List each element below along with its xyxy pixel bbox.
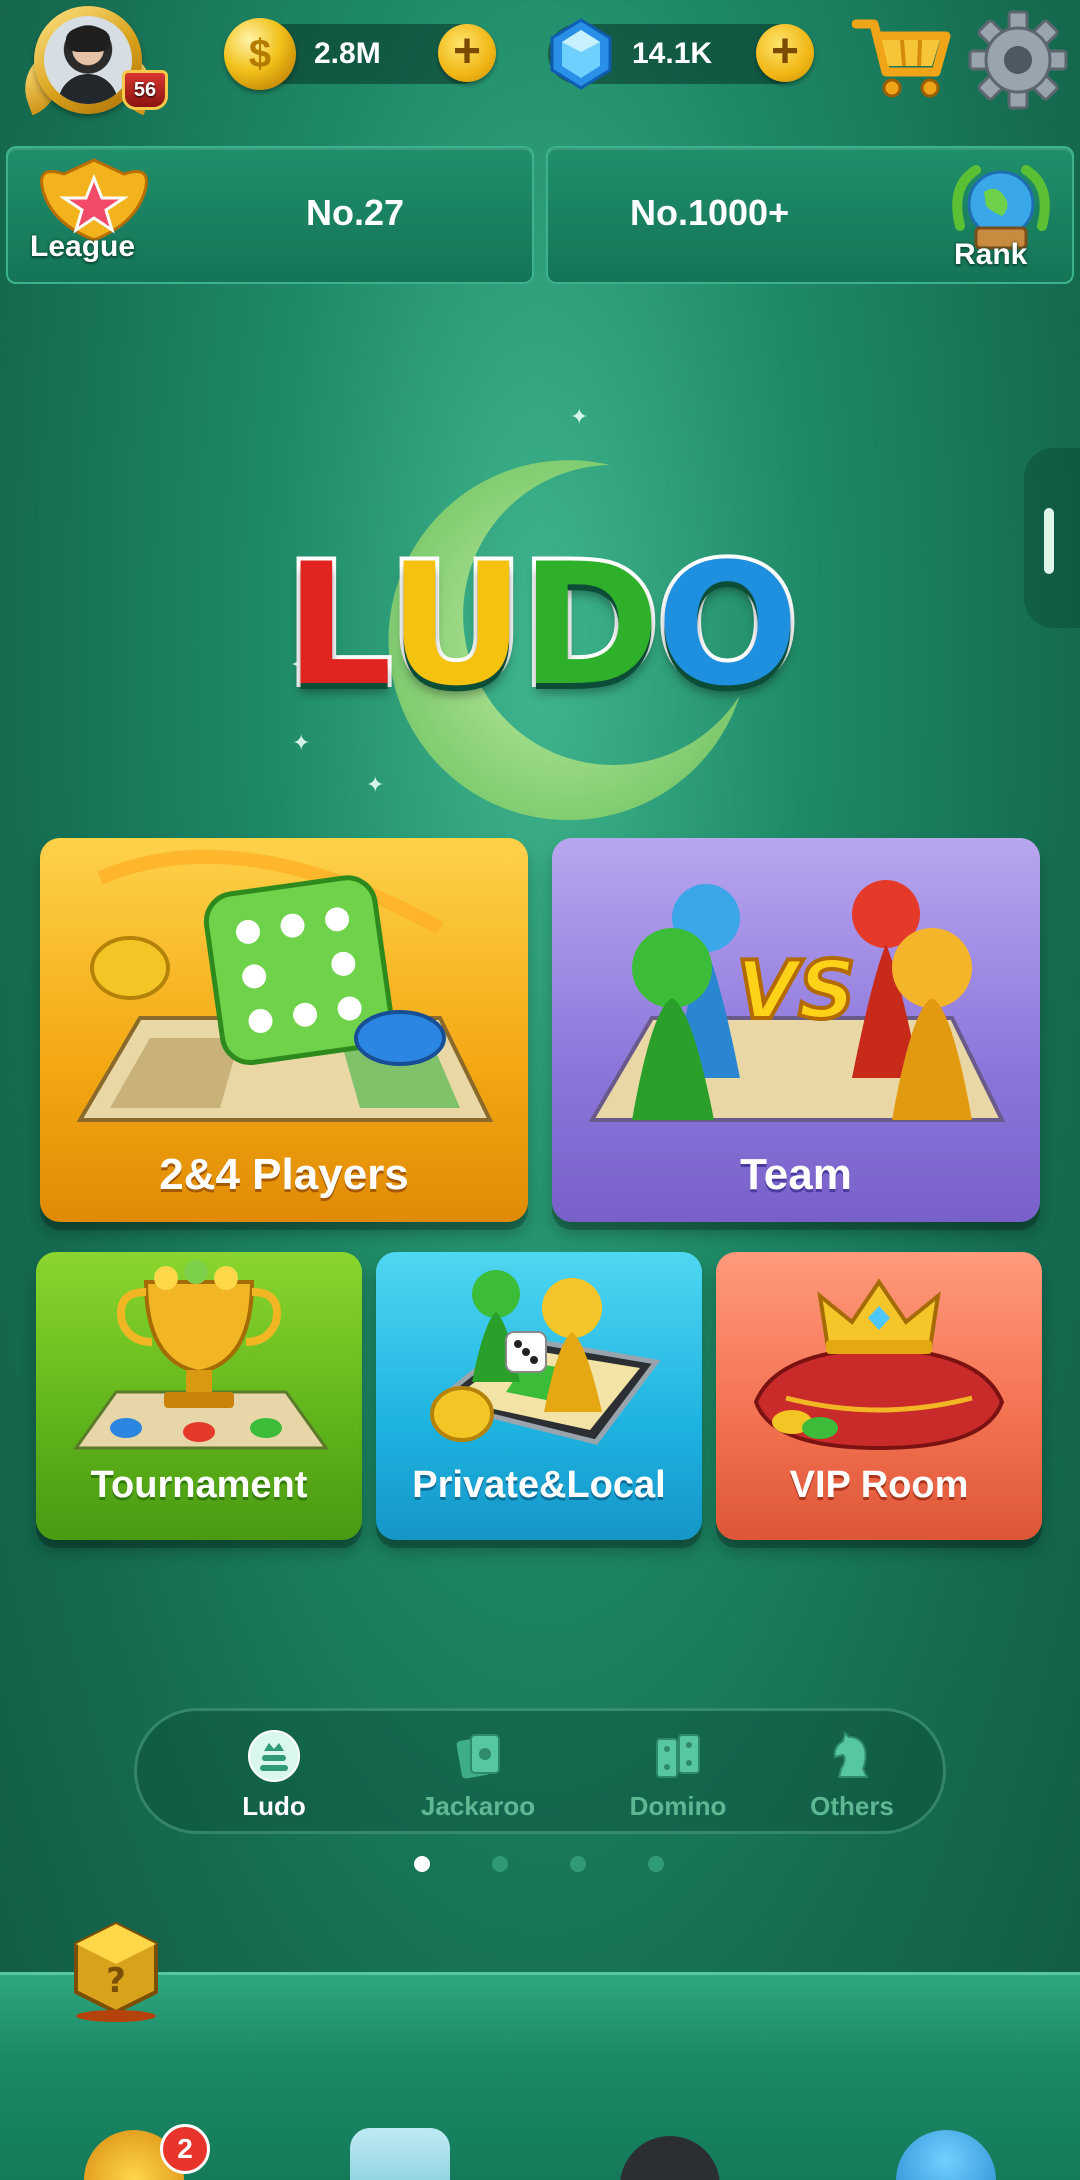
ludo-pawn-icon: [248, 1730, 300, 1782]
lucky-box-icon[interactable]: ?: [70, 1918, 162, 2022]
settings-gear-icon[interactable]: [966, 8, 1070, 112]
league-rank-value: No.27: [306, 192, 405, 233]
side-drawer-handle[interactable]: [1044, 508, 1054, 574]
mode-team-label: Team: [740, 1150, 852, 1199]
profile-avatar[interactable]: 56: [13, 2, 182, 132]
world-rank-value: No.1000+: [630, 192, 790, 233]
domino-icon: [656, 1734, 700, 1778]
tab-domino-label: Domino: [629, 1791, 727, 1821]
mode-tournament-card[interactable]: Tournament: [36, 1252, 362, 1540]
tab-jackaroo-label: Jackaroo: [420, 1791, 536, 1821]
coin-amount: 2.8M: [314, 37, 381, 70]
add-gems-button[interactable]: +: [756, 24, 814, 82]
sparkle-icon: ✦: [570, 404, 589, 429]
mode-private-local-label: Private&Local: [412, 1464, 666, 1506]
page-indicator-dot: [570, 1856, 586, 1872]
gem-balance: 14.1K +: [548, 18, 814, 90]
chess-knight-icon: [833, 1731, 869, 1778]
page-indicator-dot-active: [414, 1856, 430, 1872]
nav-battle-icon[interactable]: [350, 2128, 450, 2180]
mode-2-4-players-card[interactable]: 2&4 Players: [40, 838, 528, 1222]
league-label: League: [30, 230, 136, 263]
mode-vip-room-label: VIP Room: [789, 1464, 969, 1506]
mode-team-card[interactable]: VS Team: [552, 838, 1040, 1222]
phone-pawns-illustration: [430, 1270, 661, 1445]
tab-domino[interactable]: Domino: [593, 1711, 763, 1837]
tab-jackaroo[interactable]: Jackaroo: [393, 1711, 563, 1837]
logo-letter-u: U: [384, 523, 528, 727]
team-vs-illustration: VS: [588, 880, 1006, 1122]
svg-text:?: ?: [106, 1961, 126, 2001]
game-category-tabs: Ludo Jackaroo Domino Others: [134, 1708, 946, 1834]
ludo-logo: L U D O: [281, 523, 803, 727]
notification-badge: 2: [160, 2124, 210, 2174]
logo-letter-d: D: [517, 523, 664, 727]
gem-icon: [550, 18, 612, 90]
page-indicator-dot: [648, 1856, 664, 1872]
coin-balance: $ 2.8M +: [224, 18, 496, 90]
sparkle-icon: ✦: [292, 730, 311, 755]
level-badge: 56: [122, 70, 168, 110]
tab-ludo-label: Ludo: [242, 1791, 306, 1821]
mode-2-4-players-label: 2&4 Players: [159, 1150, 409, 1199]
playing-cards-icon: [456, 1734, 500, 1779]
svg-text:VS: VS: [736, 944, 856, 1037]
tab-others[interactable]: Others: [767, 1711, 937, 1837]
rank-label: Rank: [954, 238, 1028, 271]
league-panel[interactable]: League No.27: [6, 146, 534, 284]
mode-tournament-label: Tournament: [90, 1464, 308, 1506]
shop-cart-icon[interactable]: [852, 10, 952, 100]
world-rank-panel[interactable]: No.1000+ Rank: [546, 146, 1074, 284]
trophy-cup-illustration: [73, 1260, 329, 1450]
mode-private-local-card[interactable]: Private&Local: [376, 1252, 702, 1540]
crown-cushion-illustration: [753, 1278, 1005, 1451]
sparkle-icon: ✦: [366, 772, 385, 797]
logo-letter-l: L: [281, 523, 396, 727]
add-coins-button[interactable]: +: [438, 24, 496, 82]
tab-others-label: Others: [810, 1791, 894, 1821]
tab-ludo[interactable]: Ludo: [189, 1711, 359, 1837]
page-indicator-dot: [492, 1856, 508, 1872]
dice-board-illustration: [76, 849, 494, 1122]
gem-amount: 14.1K: [632, 37, 713, 70]
avatar-photo: [44, 16, 132, 104]
logo-letter-o: O: [652, 523, 803, 727]
coin-icon: $: [224, 18, 296, 90]
mode-vip-room-card[interactable]: VIP Room: [716, 1252, 1042, 1540]
